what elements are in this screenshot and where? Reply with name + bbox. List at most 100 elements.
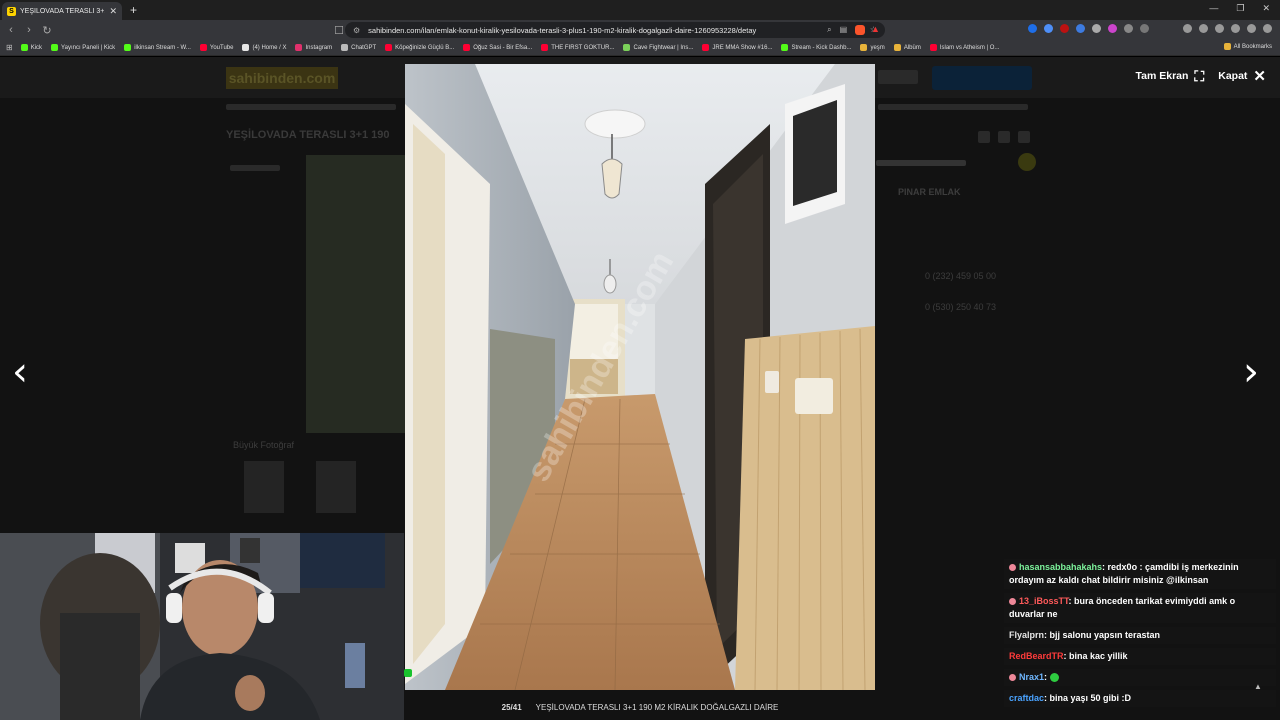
previous-photo-arrow-icon[interactable]: ‹	[12, 352, 28, 392]
forward-icon[interactable]: ›	[22, 24, 36, 36]
bookmark-item[interactable]: JRE MMA Show #16...	[702, 44, 772, 51]
apps-icon[interactable]: ⊞	[6, 43, 13, 52]
bookmark-star-icon[interactable]: ☐	[332, 24, 346, 37]
extension-icon[interactable]	[1140, 24, 1149, 33]
next-photo-arrow-icon[interactable]: ›	[1243, 352, 1259, 392]
bookmark-label: Oğuz Sasi - Bir Efsa...	[473, 44, 533, 51]
chat-message: Flyalprn: bjj salonu yapsın terastan	[1004, 627, 1276, 644]
menu-icon[interactable]	[1263, 24, 1272, 33]
chat-username[interactable]: hasansabbahakahs	[1019, 562, 1102, 572]
breadcrumb[interactable]	[226, 104, 396, 110]
photo-thumbnail[interactable]	[316, 461, 356, 513]
extension-icon[interactable]	[1060, 24, 1069, 33]
minimize-icon[interactable]: —	[1209, 3, 1218, 14]
bookmark-item[interactable]: THE FIRST GOKTUR...	[541, 44, 614, 51]
bookmark-label: Islam vs Atheism | O...	[939, 44, 1000, 51]
bookmark-item[interactable]: Oğuz Sasi - Bir Efsa...	[463, 44, 532, 51]
close-gallery-button[interactable]: Kapat ✕	[1218, 67, 1266, 85]
stream-status-icon	[404, 669, 412, 677]
leo-icon[interactable]	[1231, 24, 1240, 33]
streamer-webcam-image	[0, 533, 404, 720]
phone-number: 0 (232) 459 05 00	[925, 271, 997, 281]
post-ad-button[interactable]	[932, 66, 1032, 90]
extension-icon[interactable]	[1108, 24, 1117, 33]
header-link[interactable]	[878, 70, 918, 84]
fullscreen-icon: ⛶	[1194, 67, 1205, 84]
address-bar[interactable]: ⚙ sahibinden.com/ilan/emlak-konut-kirali…	[345, 22, 885, 38]
chat-scroll-up-icon[interactable]: ▲	[1254, 682, 1262, 691]
back-icon[interactable]: ‹	[4, 24, 18, 36]
url-text: sahibinden.com/ilan/emlak-konut-kiralik-…	[368, 25, 757, 35]
chat-username[interactable]: RedBeardTR	[1009, 651, 1064, 661]
bookmark-item[interactable]: Instagram	[295, 44, 332, 51]
breadcrumb-right[interactable]	[878, 104, 1028, 110]
zoom-icon[interactable]: ⌕	[827, 25, 831, 35]
price-text	[230, 165, 280, 171]
bookmark-item[interactable]: yeşm	[860, 44, 885, 51]
extension-icon[interactable]	[1028, 24, 1037, 33]
maximize-icon[interactable]: ❐	[1236, 3, 1244, 14]
brave-rewards-icon[interactable]: ▲	[871, 24, 880, 34]
all-bookmarks-button[interactable]: All Bookmarks	[1223, 43, 1272, 50]
photo-thumbnail[interactable]	[244, 461, 284, 513]
puzzle-icon[interactable]	[1124, 24, 1133, 33]
bookmarks-bar: ⊞ Kick Yayıncı Paneli | Kick ilkinsan Stre…	[0, 40, 1280, 56]
chat-username[interactable]: craftdac	[1009, 693, 1044, 703]
bookmark-label: ChatGPT	[351, 44, 377, 51]
seller-badge	[1018, 153, 1036, 171]
bookmark-label: Instagram	[305, 44, 333, 51]
bookmark-favicon-icon	[929, 44, 937, 51]
bookmark-item[interactable]: YouTube	[199, 44, 233, 51]
chat-username[interactable]: Flyalprn	[1009, 630, 1044, 640]
tab-close-icon[interactable]: ✕	[109, 6, 117, 17]
brave-shields-icon[interactable]	[855, 25, 865, 35]
bookmark-label: Yayıncı Paneli | Kick	[61, 44, 116, 51]
emote-icon	[1049, 673, 1059, 683]
bookmark-label: JRE MMA Show #16...	[712, 44, 773, 51]
extensions-area	[1028, 24, 1272, 33]
reader-icon[interactable]: ▤	[840, 25, 848, 35]
wallet-icon[interactable]	[1215, 24, 1224, 33]
seller-bar	[876, 160, 966, 166]
bookmark-item[interactable]: Stream - Kick Dashb...	[781, 44, 851, 51]
new-tab-icon[interactable]: +	[130, 3, 137, 17]
window-controls: — ❐ ✕	[1209, 3, 1270, 14]
window-close-icon[interactable]: ✕	[1262, 3, 1270, 14]
bookmark-item[interactable]: ilkinsan Stream - W...	[124, 44, 191, 51]
bookmark-item[interactable]: Yayıncı Paneli | Kick	[51, 44, 115, 51]
screen: S YEŞİLOVADA TERASLI 3+1 190 M ✕ + — ❐ ✕…	[0, 0, 1280, 720]
seller-name[interactable]: PINAR EMLAK	[898, 187, 961, 197]
sidebar-icon[interactable]	[1199, 24, 1208, 33]
extension-icon[interactable]	[1076, 24, 1085, 33]
bookmark-item[interactable]: (4) Home / X	[242, 44, 286, 51]
favorite-icon[interactable]	[1018, 131, 1030, 143]
site-logo[interactable]: sahibinden.com	[226, 67, 338, 89]
bookmark-favicon-icon	[385, 44, 393, 51]
browser-tab[interactable]: S YEŞİLOVADA TERASLI 3+1 190 M ✕	[2, 2, 122, 20]
chat-text: bina kac yillik	[1069, 651, 1128, 661]
media-icon[interactable]	[1183, 24, 1192, 33]
bookmark-item[interactable]: Islam vs Atheism | O...	[929, 44, 1000, 51]
extension-icon[interactable]	[1092, 24, 1101, 33]
listing-main-photo[interactable]	[306, 155, 406, 433]
fullscreen-button[interactable]: Tam Ekran ⛶	[1136, 67, 1205, 85]
gallery-photo[interactable]: sahibinden.com	[405, 64, 875, 690]
chat-username[interactable]: 13_iBossTT	[1019, 596, 1069, 606]
user-badge-icon	[1009, 674, 1016, 682]
bookmark-favicon-icon	[463, 44, 471, 51]
bookmark-item[interactable]: Albüm	[893, 44, 921, 51]
bookmark-label: (4) Home / X	[252, 44, 287, 51]
facebook-share-icon[interactable]	[978, 131, 990, 143]
x-share-icon[interactable]	[998, 131, 1010, 143]
bookmark-item[interactable]: Köpeğinizle Güçlü B...	[385, 44, 454, 51]
reload-icon[interactable]: ↻	[40, 24, 54, 37]
bookmark-item[interactable]: ChatGPT	[341, 44, 376, 51]
extension-icon[interactable]	[1044, 24, 1053, 33]
vpn-icon[interactable]	[1247, 24, 1256, 33]
site-info-icon[interactable]: ⚙	[353, 26, 360, 35]
fullscreen-label: Tam Ekran	[1135, 70, 1189, 82]
chat-username[interactable]: Nrax1	[1019, 672, 1044, 682]
photo-count-label[interactable]: Büyük Fotoğraf	[233, 440, 294, 450]
bookmark-item[interactable]: Cave Fightwear | Ins...	[623, 44, 693, 51]
bookmark-item[interactable]: Kick	[20, 44, 42, 51]
